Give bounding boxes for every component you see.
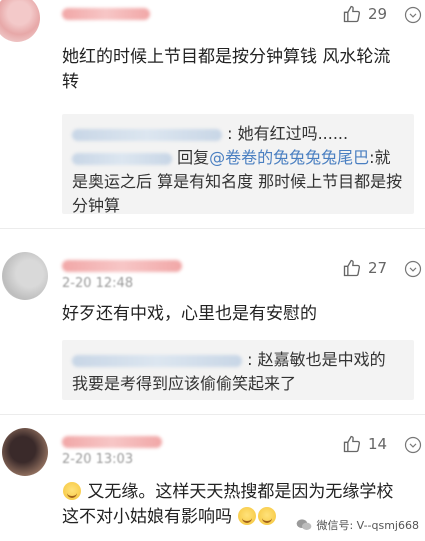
wechat-icon xyxy=(297,519,312,530)
reply-mention-link[interactable]: @卷卷的兔兔兔兔尾巴 xyxy=(209,148,369,167)
reply-username-blurred[interactable] xyxy=(72,128,222,141)
comment-text-part: 又无缘。这样天天热搜都是因为无缘学校 xyxy=(87,482,394,502)
like-count: 29 xyxy=(368,5,388,23)
tired-face-emoji-icon xyxy=(63,482,81,500)
more-button[interactable] xyxy=(404,436,422,454)
comment-text: 她红的时候上节目都是按分钟算钱 风水轮流转 xyxy=(62,47,391,92)
chevron-down-circle-icon xyxy=(404,436,422,454)
reply-item[interactable]: 回复@卷卷的兔兔兔兔尾巴:就是奥运之后 算是有知名度 那时候上节目都是按分钟算 xyxy=(72,146,404,218)
reply-thread[interactable]: : 赵嘉敏也是中戏的 我要是考得到应该偷偷笑起来了 xyxy=(62,340,414,400)
avatar[interactable] xyxy=(2,252,48,300)
comment-text: 好歹还有中戏，心里也是有安慰的 xyxy=(62,304,317,324)
comment-text-part: 这不对小姑娘有影响吗 xyxy=(62,507,232,527)
more-button[interactable] xyxy=(404,6,422,24)
reply-text: : 她有红过吗...... xyxy=(227,124,349,143)
thumbs-up-icon xyxy=(343,5,361,23)
comment-item: 2-20 12:48 27 好歹还有中戏，心里也是有安慰的 : 赵嘉敏也是中戏的… xyxy=(0,244,425,414)
reply-item[interactable]: : 她有红过吗...... xyxy=(72,122,404,146)
reply-item[interactable]: : 赵嘉敏也是中戏的 我要是考得到应该偷偷笑起来了 xyxy=(72,348,404,396)
more-button[interactable] xyxy=(404,260,422,278)
like-button[interactable]: 27 xyxy=(342,258,387,278)
chevron-down-circle-icon xyxy=(404,260,422,278)
like-count: 14 xyxy=(368,435,388,453)
thumbs-up-icon xyxy=(343,259,361,277)
thumbs-up-icon xyxy=(343,435,361,453)
watermark-text: 微信号: V--qsmj668 xyxy=(316,519,419,532)
username-blurred[interactable] xyxy=(62,8,150,20)
tired-face-emoji-icon xyxy=(258,507,277,525)
comment-timestamp: 2-20 13:03 xyxy=(62,452,134,467)
chevron-down-circle-icon xyxy=(404,6,422,24)
reply-username-blurred[interactable] xyxy=(72,354,242,367)
like-button[interactable]: 29 xyxy=(342,4,387,24)
like-button[interactable]: 14 xyxy=(342,434,387,454)
reply-thread[interactable]: : 她有红过吗...... 回复@卷卷的兔兔兔兔尾巴:就是奥运之后 算是有知名度… xyxy=(62,114,414,215)
divider xyxy=(0,228,425,229)
username-blurred[interactable] xyxy=(62,436,162,448)
like-count: 27 xyxy=(368,259,388,277)
avatar[interactable] xyxy=(2,428,48,476)
tired-face-emoji-icon xyxy=(238,507,257,525)
divider xyxy=(0,414,425,415)
watermark: 微信号: V--qsmj668 xyxy=(296,517,419,533)
comment-timestamp: 2-20 12:48 xyxy=(62,276,134,291)
avatar[interactable] xyxy=(0,0,40,42)
reply-prefix: 回复 xyxy=(177,148,210,167)
comment-item: 29 她红的时候上节目都是按分钟算钱 风水轮流转 : 她有红过吗...... 回… xyxy=(0,0,425,222)
comment-text-line: 又无缘。这样天天热搜都是因为无缘学校 xyxy=(62,480,407,505)
username-blurred[interactable] xyxy=(62,260,182,272)
reply-username-blurred[interactable] xyxy=(72,152,172,165)
